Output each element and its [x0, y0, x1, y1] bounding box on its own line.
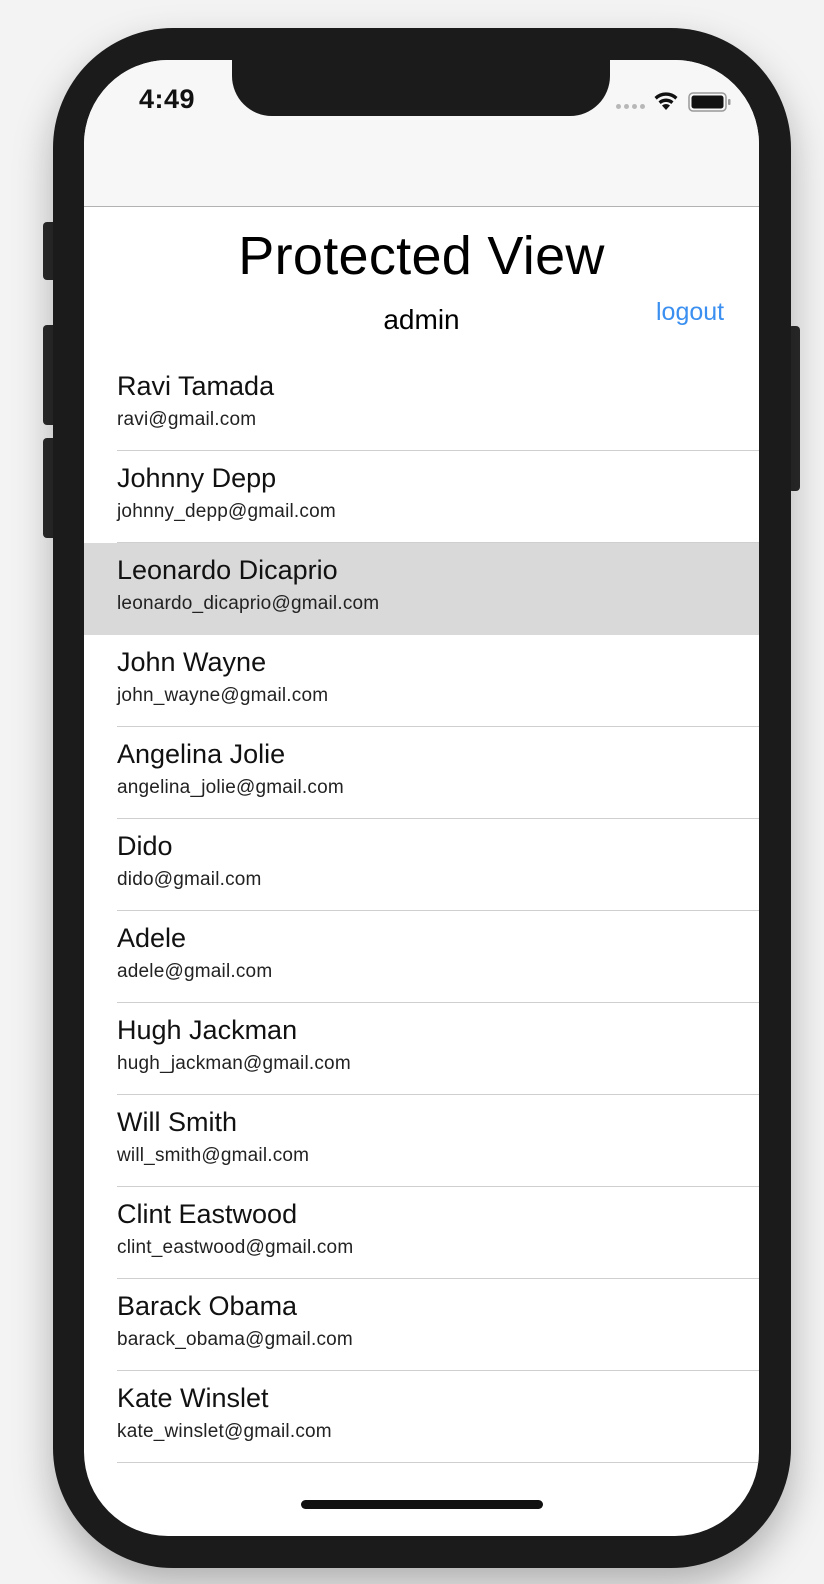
- contact-email: kate_winslet@gmail.com: [117, 1421, 332, 1442]
- contact-list: Ravi Tamada ravi@gmail.com Johnny Depp john…: [84, 359, 759, 1463]
- wifi-icon: [654, 92, 678, 110]
- list-item[interactable]: Dido dido@gmail.com: [84, 819, 759, 911]
- contact-name: Leonardo Dicaprio: [117, 555, 338, 585]
- camera-notch: [232, 60, 610, 116]
- contact-email: adele@gmail.com: [117, 961, 273, 982]
- contact-name: Hugh Jackman: [117, 1015, 298, 1045]
- contact-name: Dido: [117, 831, 173, 861]
- contact-name: Barack Obama: [117, 1291, 298, 1321]
- list-item[interactable]: Will Smith will_smith@gmail.com: [84, 1095, 759, 1187]
- contact-name: Will Smith: [117, 1107, 237, 1137]
- list-item[interactable]: Barack Obama barack_obama@gmail.com: [84, 1279, 759, 1371]
- contact-email: will_smith@gmail.com: [117, 1145, 310, 1166]
- cellular-signal-icon: [616, 104, 645, 109]
- screen: 4:49 Protected View admin logout Ravi Ta…: [84, 60, 759, 1536]
- logout-button[interactable]: logout: [656, 298, 724, 327]
- list-item[interactable]: Adele adele@gmail.com: [84, 911, 759, 1003]
- contact-email: angelina_jolie@gmail.com: [117, 777, 344, 798]
- contact-name: Angelina Jolie: [117, 739, 286, 769]
- contact-email: johnny_depp@gmail.com: [117, 501, 336, 522]
- contact-email: hugh_jackman@gmail.com: [117, 1053, 351, 1074]
- contact-email: dido@gmail.com: [117, 869, 262, 890]
- contact-email: leonardo_dicaprio@gmail.com: [117, 593, 380, 614]
- contact-name: Clint Eastwood: [117, 1199, 298, 1229]
- contact-name: Ravi Tamada: [117, 371, 275, 401]
- list-item[interactable]: Hugh Jackman hugh_jackman@gmail.com: [84, 1003, 759, 1095]
- contact-name: Johnny Depp: [117, 463, 277, 493]
- list-item[interactable]: Kate Winslet kate_winslet@gmail.com: [84, 1371, 759, 1463]
- battery-icon: [688, 92, 731, 112]
- contact-email: ravi@gmail.com: [117, 409, 257, 430]
- list-item[interactable]: Angelina Jolie angelina_jolie@gmail.com: [84, 727, 759, 819]
- contact-email: barack_obama@gmail.com: [117, 1329, 353, 1350]
- list-item[interactable]: Johnny Depp johnny_depp@gmail.com: [84, 451, 759, 543]
- contact-email: john_wayne@gmail.com: [117, 685, 329, 706]
- contact-name: Adele: [117, 923, 187, 953]
- status-time: 4:49: [139, 84, 196, 114]
- list-item[interactable]: Clint Eastwood clint_eastwood@gmail.com: [84, 1187, 759, 1279]
- list-item[interactable]: Ravi Tamada ravi@gmail.com: [84, 359, 759, 451]
- contact-name: Kate Winslet: [117, 1383, 269, 1413]
- page-title: Protected View: [238, 226, 605, 286]
- home-indicator[interactable]: [301, 1500, 543, 1509]
- device-stage: 4:49 Protected View admin logout Ravi Ta…: [0, 0, 824, 1584]
- list-item[interactable]: John Wayne john_wayne@gmail.com: [84, 635, 759, 727]
- contact-name: John Wayne: [117, 647, 267, 677]
- contact-email: clint_eastwood@gmail.com: [117, 1237, 354, 1258]
- list-item[interactable]: Leonardo Dicaprio leonardo_dicaprio@gmail…: [84, 543, 759, 635]
